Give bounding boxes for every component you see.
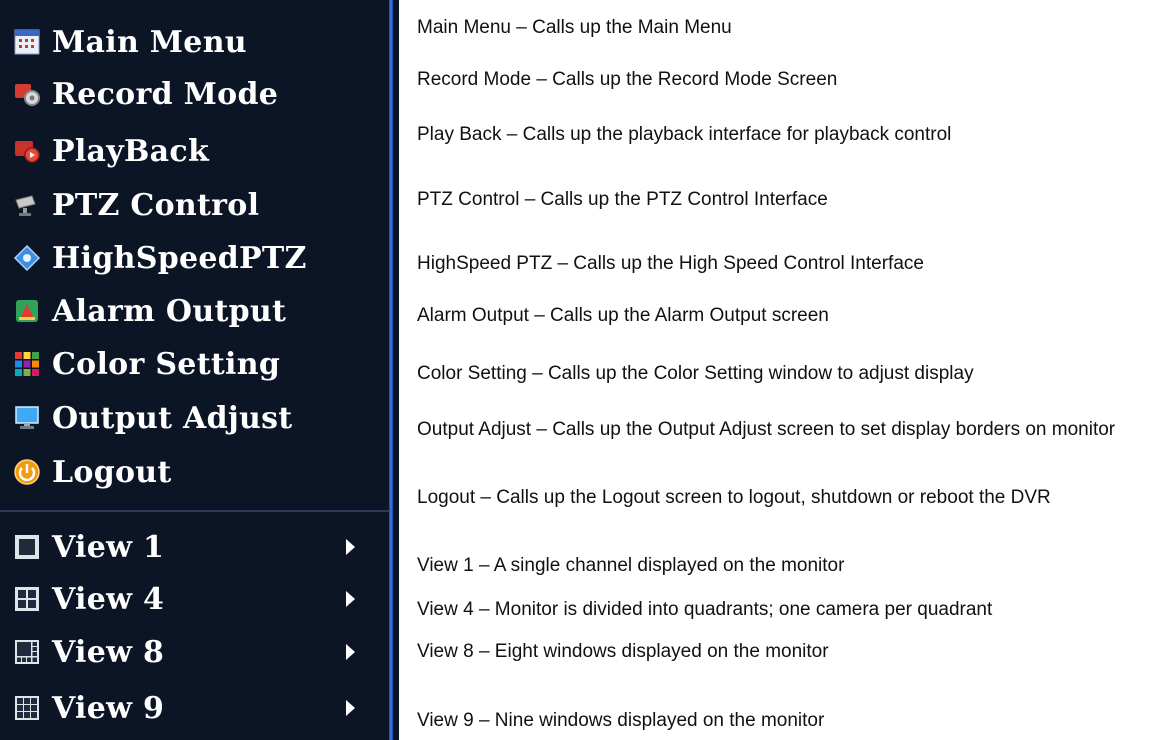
submenu-arrow-icon — [346, 539, 355, 555]
color-grid-icon — [12, 349, 42, 379]
description-playback: Play Back – Calls up the playback interf… — [417, 124, 952, 145]
description-main-menu: Main Menu – Calls up the Main Menu — [417, 17, 732, 38]
menu-item-label: View 4 — [52, 581, 165, 617]
playback-icon — [12, 136, 42, 166]
monitor-icon — [12, 403, 42, 433]
menu-item-label: Output Adjust — [52, 400, 293, 436]
menu-item-label: View 9 — [52, 690, 165, 726]
menu-item-view-1[interactable]: View 1 — [12, 523, 382, 571]
menu-item-view-4[interactable]: View 4 — [12, 575, 382, 623]
menu-item-main-menu[interactable]: Main Menu — [12, 18, 382, 66]
menu-item-color-setting[interactable]: Color Setting — [12, 340, 382, 388]
description-view-1: View 1 – A single channel displayed on t… — [417, 555, 845, 576]
ptz-camera-icon — [12, 190, 42, 220]
single-view-icon — [12, 532, 42, 562]
menu-item-label: Logout — [52, 454, 172, 490]
eight-view-icon — [12, 637, 42, 667]
menu-item-highspeed-ptz[interactable]: HighSpeedPTZ — [12, 234, 382, 282]
menu-item-output-adjust[interactable]: Output Adjust — [12, 394, 382, 442]
dvr-context-menu: Main Menu Record Mode PlayBack PTZ Contr… — [0, 0, 399, 740]
menu-item-ptz-control[interactable]: PTZ Control — [12, 181, 382, 229]
description-color-setting: Color Setting – Calls up the Color Setti… — [417, 363, 974, 384]
menu-item-label: Record Mode — [52, 76, 279, 112]
description-highspeed-ptz: HighSpeed PTZ – Calls up the High Speed … — [417, 253, 924, 274]
menu-item-label: PTZ Control — [52, 187, 260, 223]
menu-item-view-9[interactable]: View 9 — [12, 684, 382, 732]
quad-view-icon — [12, 584, 42, 614]
power-icon — [12, 457, 42, 487]
menu-item-label: Main Menu — [52, 24, 247, 60]
submenu-arrow-icon — [346, 591, 355, 607]
alarm-icon — [12, 296, 42, 326]
menu-item-label: View 8 — [52, 634, 165, 670]
description-output-adjust: Output Adjust – Calls up the Output Adju… — [417, 419, 1116, 440]
menu-item-label: HighSpeedPTZ — [52, 240, 307, 276]
description-alarm-output: Alarm Output – Calls up the Alarm Output… — [417, 305, 829, 326]
menu-item-alarm-output[interactable]: Alarm Output — [12, 287, 382, 335]
menu-item-record-mode[interactable]: Record Mode — [12, 70, 382, 118]
menu-item-label: PlayBack — [52, 133, 210, 169]
description-ptz-control: PTZ Control – Calls up the PTZ Control I… — [417, 189, 828, 210]
menu-divider — [0, 510, 389, 512]
record-gear-icon — [12, 79, 42, 109]
submenu-arrow-icon — [346, 700, 355, 716]
menu-item-view-8[interactable]: View 8 — [12, 628, 382, 676]
description-view-9: View 9 – Nine windows displayed on the m… — [417, 710, 825, 731]
menu-item-label: View 1 — [52, 529, 165, 565]
menu-item-logout[interactable]: Logout — [12, 448, 382, 496]
menu-item-label: Color Setting — [52, 346, 281, 382]
description-logout: Logout – Calls up the Logout screen to l… — [417, 487, 1051, 508]
nine-view-icon — [12, 693, 42, 723]
menu-item-label: Alarm Output — [52, 293, 287, 329]
submenu-arrow-icon — [346, 644, 355, 660]
grid-app-icon — [12, 27, 42, 57]
description-view-4: View 4 – Monitor is divided into quadran… — [417, 599, 993, 620]
description-record-mode: Record Mode – Calls up the Record Mode S… — [417, 69, 838, 90]
highspeed-ptz-icon — [12, 243, 42, 273]
menu-item-playback[interactable]: PlayBack — [12, 127, 382, 175]
description-view-8: View 8 – Eight windows displayed on the … — [417, 641, 829, 662]
